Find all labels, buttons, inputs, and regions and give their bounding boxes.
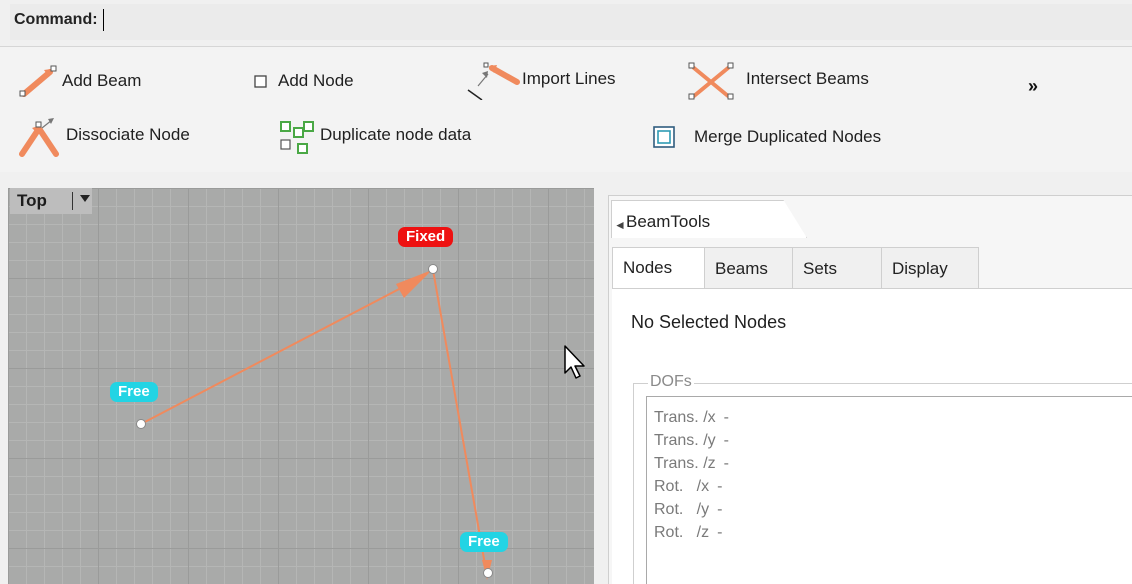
- tab-display[interactable]: Display: [881, 247, 979, 289]
- tab-sets[interactable]: Sets: [792, 247, 882, 289]
- tab-nodes[interactable]: Nodes: [612, 247, 705, 289]
- dof-row[interactable]: Rot. /y -: [654, 501, 722, 519]
- dof-label: Rot. /y: [654, 501, 710, 518]
- dof-row[interactable]: Trans. /x -: [654, 409, 729, 427]
- dofs-legend: DOFs: [648, 373, 694, 391]
- dof-row[interactable]: Rot. /x -: [654, 478, 722, 496]
- node-tag-free: Free: [110, 382, 158, 402]
- dof-label: Trans. /y: [654, 432, 716, 449]
- dof-value: -: [723, 409, 729, 426]
- beam-line: [140, 275, 425, 425]
- node-tag-free: Free: [460, 532, 508, 552]
- tab-beams[interactable]: Beams: [704, 247, 793, 289]
- panel-title: BeamTools: [626, 212, 711, 231]
- panel-tabs: Nodes Beams Sets Display: [612, 247, 979, 289]
- dof-row[interactable]: Rot. /z -: [654, 524, 722, 542]
- mouse-cursor-icon: [564, 345, 585, 379]
- dof-row[interactable]: Trans. /y -: [654, 432, 729, 450]
- dof-value: -: [723, 432, 729, 449]
- dof-value: -: [723, 455, 729, 472]
- node-point[interactable]: [483, 568, 493, 578]
- dof-value: -: [717, 478, 723, 495]
- node-point[interactable]: [428, 264, 438, 274]
- dof-label: Rot. /z: [654, 524, 710, 541]
- dof-label: Rot. /x: [654, 478, 710, 495]
- dof-row[interactable]: Trans. /z -: [654, 455, 729, 473]
- node-tag-fixed: Fixed: [398, 227, 454, 247]
- pin-icon[interactable]: ◄: [614, 218, 626, 232]
- dof-label: Trans. /z: [654, 455, 716, 472]
- dof-value: -: [717, 501, 723, 518]
- app-window: Command: Add Beam Add Node Import Lines …: [0, 0, 1132, 584]
- dof-value: -: [717, 524, 723, 541]
- beam-arrowhead: [396, 270, 432, 298]
- dof-label: Trans. /x: [654, 409, 716, 426]
- beam-line: [432, 269, 488, 577]
- selection-status: No Selected Nodes: [631, 312, 787, 332]
- node-point[interactable]: [136, 419, 146, 429]
